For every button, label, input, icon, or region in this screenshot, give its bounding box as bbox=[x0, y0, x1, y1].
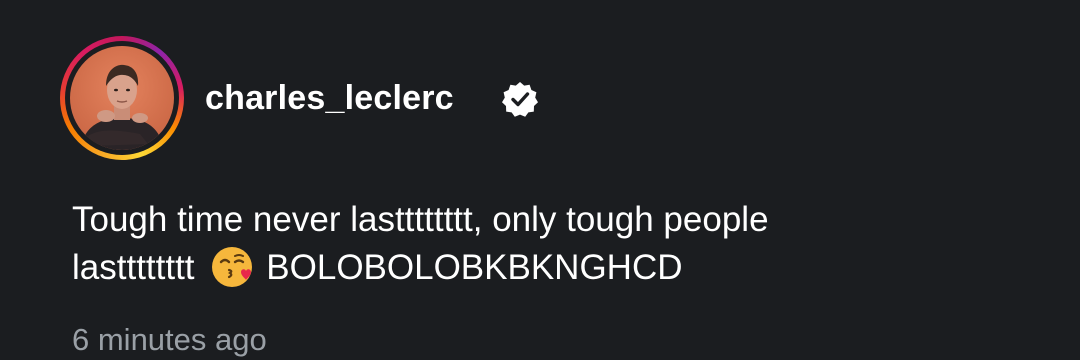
verified-badge-icon bbox=[501, 80, 539, 118]
face-blowing-kiss-emoji-icon bbox=[210, 245, 254, 289]
avatar-photo-icon bbox=[80, 64, 164, 150]
story-ring[interactable] bbox=[60, 36, 184, 160]
avatar[interactable] bbox=[70, 46, 174, 150]
post-timestamp: 6 minutes ago bbox=[72, 322, 267, 357]
post-caption: Tough time never lastttttttt, only tough… bbox=[72, 196, 1052, 292]
username[interactable]: charles_leclerc bbox=[205, 78, 454, 118]
caption-line-2-end: BOLOBOLOBKBKNGHCD bbox=[266, 248, 683, 287]
caption-line-1: Tough time never lastttttttt, only tough… bbox=[72, 200, 769, 239]
caption-line-2-start: lastttttttt bbox=[72, 248, 195, 287]
post-header: charles_leclerc Tough time never lastttt… bbox=[0, 0, 1080, 360]
